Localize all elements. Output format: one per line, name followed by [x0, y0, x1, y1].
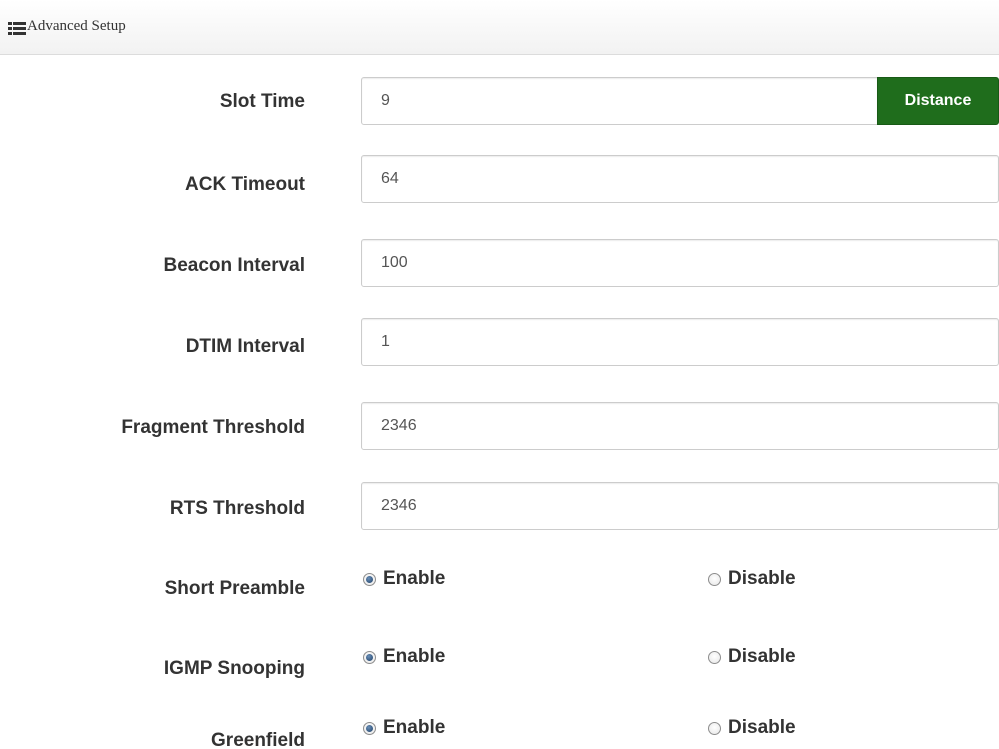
slot-time-label: Slot Time — [219, 91, 305, 112]
dtim-interval-input[interactable] — [361, 318, 999, 366]
panel-title: Advanced Setup — [27, 18, 126, 34]
radio-unchecked-icon — [708, 721, 721, 735]
radio-label: Disable — [728, 568, 796, 589]
fragment-threshold-input[interactable] — [361, 402, 999, 450]
ack-timeout-input[interactable] — [361, 155, 999, 203]
igmp-snooping-disable-radio[interactable]: Disable — [708, 646, 796, 668]
igmp-snooping-enable-radio[interactable]: Enable — [363, 646, 445, 668]
short-preamble-label: Short Preamble — [164, 578, 305, 599]
greenfield-label: Greenfield — [211, 730, 305, 749]
radio-label: Disable — [728, 717, 796, 738]
radio-checked-icon — [363, 650, 376, 664]
rts-threshold-label: RTS Threshold — [169, 498, 305, 519]
beacon-interval-input[interactable] — [361, 239, 999, 287]
ack-timeout-label: ACK Timeout — [185, 174, 305, 195]
rts-threshold-input[interactable] — [361, 482, 999, 530]
list-icon — [8, 22, 26, 35]
distance-button[interactable]: Distance — [877, 77, 999, 125]
radio-label: Enable — [383, 717, 446, 738]
radio-label: Enable — [383, 568, 446, 589]
radio-checked-icon — [363, 572, 376, 586]
radio-label: Disable — [728, 646, 796, 667]
radio-unchecked-icon — [708, 650, 721, 664]
igmp-snooping-label: IGMP Snooping — [163, 658, 305, 679]
radio-label: Enable — [383, 646, 446, 667]
fragment-threshold-label: Fragment Threshold — [121, 417, 305, 438]
beacon-interval-label: Beacon Interval — [163, 255, 306, 276]
greenfield-disable-radio[interactable]: Disable — [708, 717, 796, 739]
short-preamble-enable-radio[interactable]: Enable — [363, 568, 445, 590]
radio-checked-icon — [363, 721, 376, 735]
slot-time-input[interactable] — [361, 77, 878, 125]
dtim-interval-label: DTIM Interval — [185, 336, 305, 357]
radio-unchecked-icon — [708, 572, 721, 586]
greenfield-enable-radio[interactable]: Enable — [363, 717, 445, 739]
short-preamble-disable-radio[interactable]: Disable — [708, 568, 796, 590]
panel-heading: Advanced Setup — [0, 0, 999, 55]
